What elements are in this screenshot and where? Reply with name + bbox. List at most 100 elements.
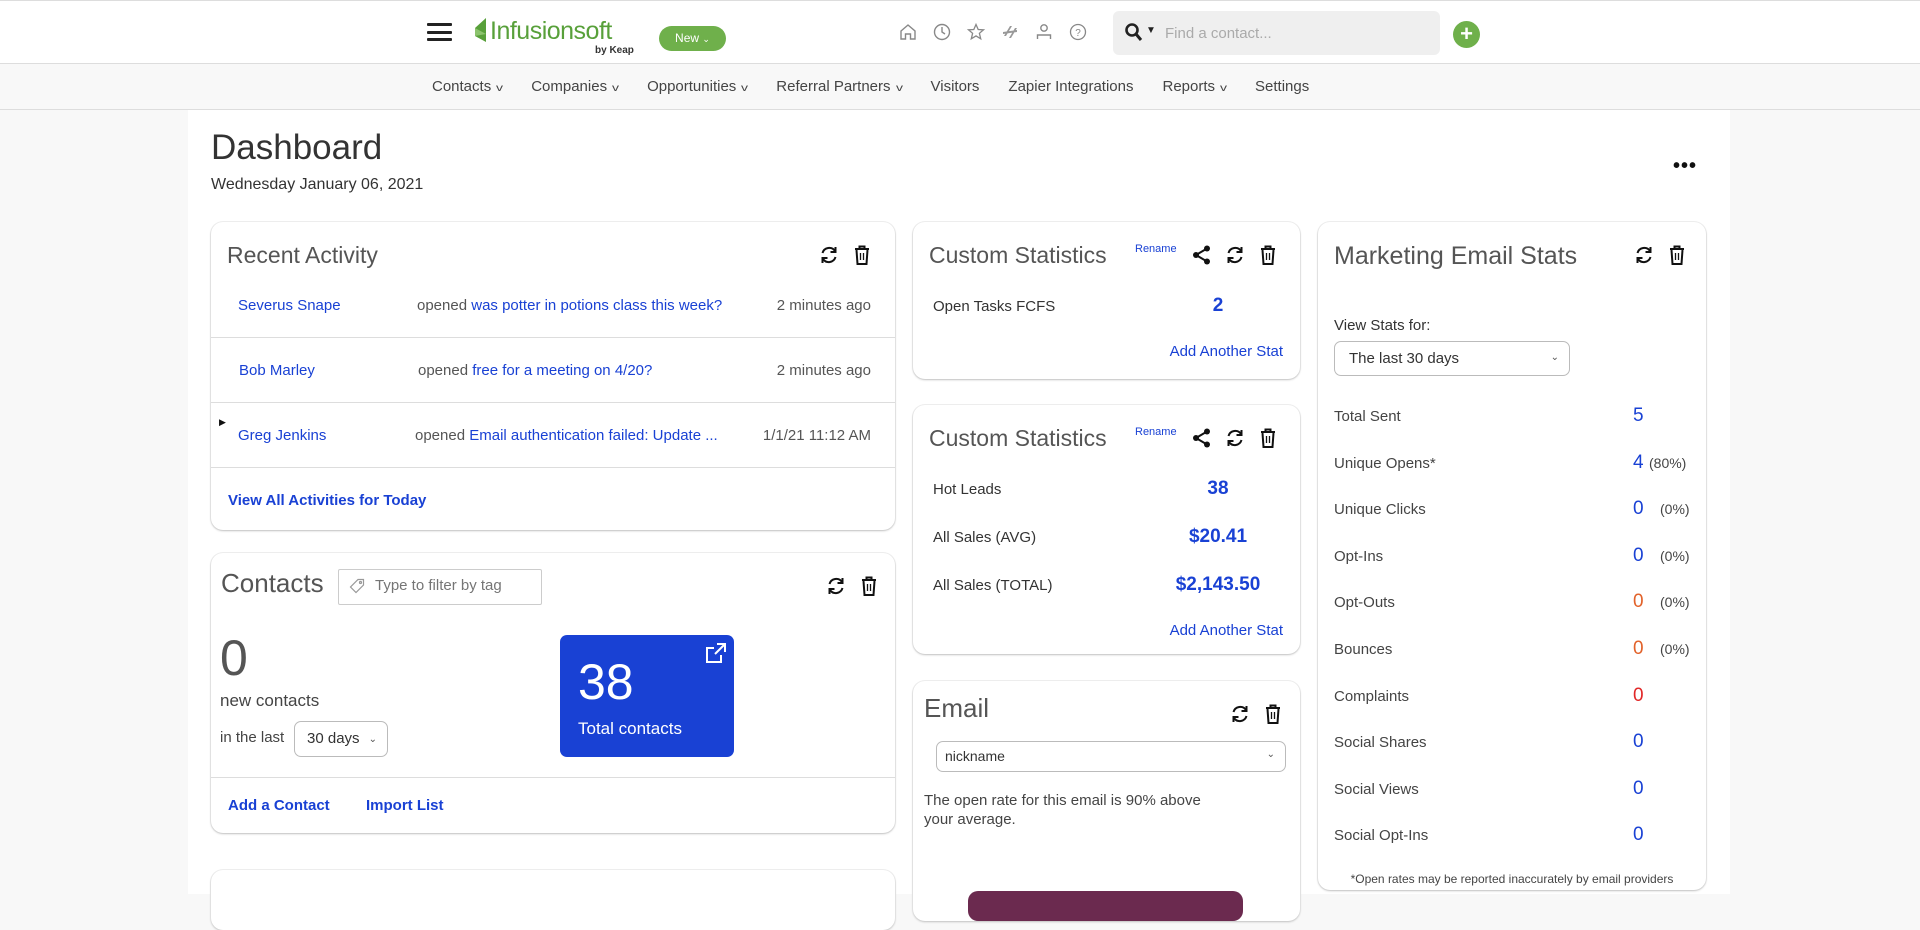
stat-value: 4 — [1633, 452, 1644, 474]
stat-row: Opt-Ins0(0%) — [1334, 548, 1724, 572]
refresh-icon[interactable] — [825, 575, 847, 597]
import-list-link[interactable]: Import List — [366, 797, 444, 814]
add-another-stat-link[interactable]: Add Another Stat — [1170, 343, 1283, 360]
stat-value: $20.41 — [933, 526, 1283, 548]
chevron-down-icon: ⌄ — [1267, 749, 1275, 760]
stat-value: 0 — [1633, 731, 1644, 753]
email-card: Email nickname ⌄ The open rate for this … — [913, 681, 1300, 921]
footnote: *Open rates may be reported inaccurately… — [1318, 872, 1706, 886]
card-title: Marketing Email Stats — [1334, 242, 1577, 271]
stat-label: Complaints — [1334, 688, 1409, 705]
refresh-icon[interactable] — [818, 244, 840, 266]
add-contact-link[interactable]: Add a Contact — [228, 797, 330, 814]
refresh-icon[interactable] — [1229, 703, 1251, 725]
menu-icon[interactable] — [427, 23, 452, 41]
nav-companies[interactable]: Companiesv — [531, 78, 618, 95]
stat-label: Social Views — [1334, 781, 1419, 798]
activity-time: 2 minutes ago — [777, 297, 871, 314]
zapier-icon[interactable] — [1000, 22, 1020, 42]
period-select[interactable]: 30 days ⌄ — [294, 721, 388, 757]
divider — [211, 777, 895, 778]
email-subject-link[interactable]: was potter in potions class this week? — [471, 297, 722, 314]
total-contacts-tile[interactable]: 38 Total contacts — [560, 635, 734, 757]
refresh-icon[interactable] — [1633, 244, 1655, 266]
expand-arrow-icon[interactable]: ▶ — [219, 417, 226, 428]
stat-percent: (0%) — [1660, 594, 1690, 610]
stat-row: All Sales (AVG) $20.41 — [933, 529, 1283, 546]
help-icon[interactable]: ? — [1068, 22, 1088, 42]
nav-referral-partners[interactable]: Referral Partnersv — [776, 78, 901, 95]
email-subject-link[interactable]: free for a meeting on 4/20? — [472, 362, 652, 379]
nav-opportunities[interactable]: Opportunitiesv — [647, 78, 747, 95]
new-contacts-label: new contacts — [220, 691, 319, 711]
stat-row: Social Shares0 — [1334, 734, 1724, 758]
nav-zapier-integrations[interactable]: Zapier Integrations — [1008, 78, 1133, 95]
trash-icon[interactable] — [1257, 427, 1279, 449]
trash-icon[interactable] — [1262, 703, 1284, 725]
stats-period-select[interactable]: The last 30 days ⌄ — [1334, 341, 1570, 376]
nav-visitors[interactable]: Visitors — [931, 78, 980, 95]
logo[interactable]: Infusionsoft by Keap — [474, 17, 612, 57]
star-icon[interactable] — [966, 22, 986, 42]
card-title: Custom Statistics — [929, 242, 1107, 269]
stat-label: Social Opt-Ins — [1334, 827, 1428, 844]
trash-icon[interactable] — [858, 575, 880, 597]
rename-link[interactable]: Rename — [1135, 426, 1177, 438]
chevron-down-icon: ⌄ — [369, 734, 377, 745]
total-contacts-count: 38 — [578, 653, 634, 711]
tag-filter-input[interactable] — [375, 577, 537, 594]
activity-time: 1/1/21 11:12 AM — [763, 427, 871, 444]
view-all-activities-link[interactable]: View All Activities for Today — [228, 492, 426, 509]
trash-icon[interactable] — [851, 244, 873, 266]
activity-row: Severus Snape opened was potter in potio… — [211, 272, 895, 338]
refresh-icon[interactable] — [1224, 244, 1246, 266]
nav-contacts[interactable]: Contactsv — [432, 78, 502, 95]
marketing-email-stats-card: Marketing Email Stats View Stats for: Th… — [1318, 222, 1706, 890]
card-title: Contacts — [221, 568, 324, 599]
nav-settings[interactable]: Settings — [1255, 78, 1309, 95]
email-open-rate-message: The open rate for this email is 90% abov… — [924, 791, 1224, 829]
stat-label: Unique Opens* — [1334, 455, 1436, 472]
stat-value: 0 — [1633, 638, 1644, 660]
refresh-icon[interactable] — [1224, 427, 1246, 449]
share-icon[interactable] — [1191, 427, 1213, 449]
contact-search: ▼ — [1113, 11, 1440, 55]
new-contacts-count: 0 — [220, 629, 248, 687]
search-filter-caret-icon[interactable]: ▼ — [1146, 25, 1156, 36]
external-link-icon[interactable] — [704, 641, 728, 665]
user-icon[interactable] — [1034, 22, 1054, 42]
email-select[interactable]: nickname ⌄ — [936, 741, 1286, 772]
svg-text:?: ? — [1075, 28, 1081, 39]
search-icon[interactable] — [1125, 23, 1143, 43]
new-button[interactable]: New ⌄ — [659, 26, 726, 51]
email-subject-link[interactable]: Email authentication failed: Update ... — [469, 427, 717, 444]
trash-icon[interactable] — [1666, 244, 1688, 266]
contacts-card: Contacts 0 new contacts in the last 30 d… — [211, 553, 895, 833]
email-action-button[interactable] — [968, 891, 1243, 921]
top-bar: Infusionsoft by Keap New ⌄ ? ▼ + — [0, 0, 1920, 64]
quick-add-button[interactable]: + — [1453, 21, 1480, 48]
custom-statistics-card: Custom Statistics Rename Open Tasks FCFS… — [913, 222, 1300, 379]
trash-icon[interactable] — [1257, 244, 1279, 266]
clock-icon[interactable] — [932, 22, 952, 42]
search-input[interactable] — [1165, 21, 1425, 45]
rename-link[interactable]: Rename — [1135, 243, 1177, 255]
add-another-stat-link[interactable]: Add Another Stat — [1170, 622, 1283, 639]
contact-link[interactable]: Bob Marley — [239, 362, 315, 379]
stat-row: Bounces0(0%) — [1334, 641, 1724, 665]
more-options-icon[interactable]: ••• — [1673, 155, 1697, 178]
card-title: Email — [924, 693, 989, 724]
share-icon[interactable] — [1191, 244, 1213, 266]
stat-value: $2,143.50 — [933, 574, 1283, 596]
nav-reports[interactable]: Reportsv — [1163, 78, 1227, 95]
chevron-down-icon: ⌄ — [1551, 352, 1559, 363]
stat-row: Social Views0 — [1334, 781, 1724, 805]
contact-link[interactable]: Greg Jenkins — [238, 427, 326, 444]
contact-link[interactable]: Severus Snape — [238, 297, 341, 314]
activity-row: Bob Marley opened free for a meeting on … — [211, 338, 895, 403]
stat-row: Unique Opens*4(80%) — [1334, 455, 1724, 479]
home-icon[interactable] — [898, 22, 918, 42]
card-title: Recent Activity — [227, 242, 378, 269]
custom-statistics-card: Custom Statistics Rename Hot Leads 38 Al… — [913, 405, 1300, 654]
stat-row: Total Sent5 — [1334, 408, 1724, 432]
